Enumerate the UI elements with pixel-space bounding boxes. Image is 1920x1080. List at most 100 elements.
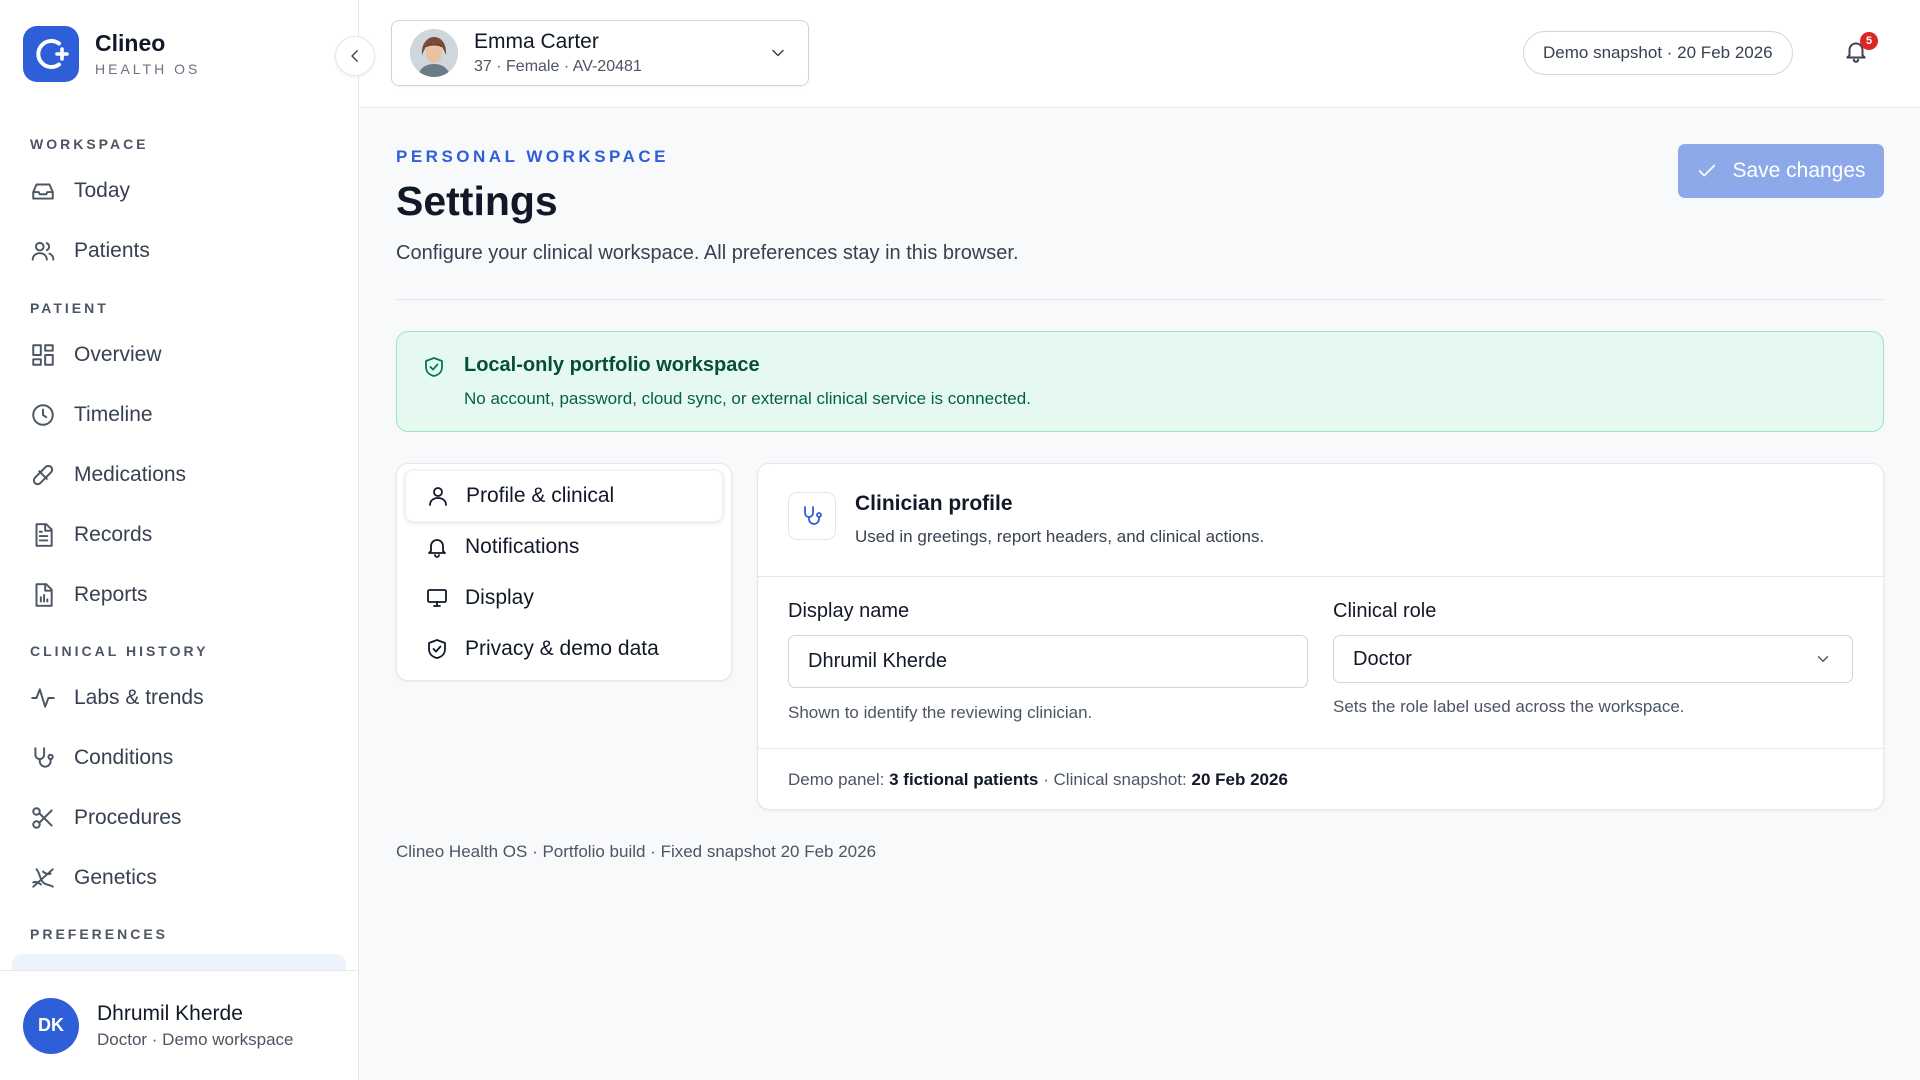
grid-icon: [32, 344, 54, 366]
demo-panel-value: 3 fictional patients: [889, 770, 1039, 789]
sidebar-item-conditions[interactable]: Conditions: [14, 735, 346, 781]
sidebar-item-procedures[interactable]: Procedures: [14, 795, 346, 841]
sidebar-item-records[interactable]: Records: [14, 512, 346, 558]
page-title: Settings: [396, 178, 558, 224]
sidebar-item-label: Records: [74, 523, 153, 546]
scissors-icon: [32, 807, 53, 829]
pill-icon: [32, 464, 54, 486]
stethoscope-icon: [788, 492, 836, 540]
display-name-input[interactable]: [788, 635, 1308, 688]
user-icon: [429, 487, 447, 506]
sidebar-item-overview[interactable]: Overview: [14, 332, 346, 378]
chevron-down-icon: [772, 49, 784, 57]
clineo-logo-icon: [23, 26, 79, 82]
shield-icon: [428, 639, 446, 659]
notice-title: Local-only portfolio workspace: [464, 354, 760, 376]
nav-section-workspace: WORKSPACE: [30, 136, 149, 152]
notification-count-badge: 5: [1860, 32, 1878, 50]
tab-profile-clinical[interactable]: Profile & clinical: [405, 470, 723, 522]
sidebar: Clineo HEALTH OS WORKSPACE Today Patient…: [0, 0, 359, 1080]
settings-tabs: Profile & clinical Notifications Display…: [396, 463, 732, 681]
sidebar-item-label: Patients: [74, 239, 150, 262]
demo-info-line: Demo panel: 3 fictional patients · Clini…: [788, 770, 1288, 790]
sidebar-item-label: Reports: [74, 583, 148, 606]
user-name: Dhrumil Kherde: [97, 1001, 243, 1025]
nav-section-patient: PATIENT: [30, 300, 109, 316]
page-eyebrow: PERSONAL WORKSPACE: [396, 147, 670, 166]
monitor-icon: [427, 589, 447, 607]
page-footer: Clineo Health OS · Portfolio build · Fix…: [396, 842, 877, 861]
sidebar-item-label: Overview: [74, 343, 162, 366]
clinical-role-value: Doctor: [1353, 647, 1412, 670]
card-divider: [758, 748, 1883, 749]
dna-icon: [32, 868, 54, 888]
display-name-label: Display name: [788, 600, 910, 622]
nav-section-clinical-history: CLINICAL HISTORY: [30, 643, 209, 659]
stethoscope-icon: [34, 747, 54, 768]
clock-icon: [32, 404, 54, 426]
topbar: Emma Carter 37 · Female · AV-20481 Demo …: [359, 0, 1920, 108]
tab-label: Display: [465, 586, 534, 609]
snapshot-badge: Demo snapshot · 20 Feb 2026: [1523, 31, 1793, 75]
report-icon: [35, 583, 53, 607]
brand[interactable]: Clineo HEALTH OS: [23, 26, 200, 82]
brand-name: Clineo: [95, 30, 166, 57]
inbox-icon: [32, 183, 54, 200]
local-only-notice: Local-only portfolio workspace No accoun…: [396, 331, 1884, 432]
document-icon: [35, 523, 53, 547]
demo-panel-label: Demo panel:: [788, 770, 885, 789]
sidebar-item-label: Procedures: [74, 806, 182, 829]
clinical-role-hint: Sets the role label used across the work…: [1333, 697, 1685, 716]
clinical-snapshot-label: Clinical snapshot:: [1053, 770, 1187, 789]
chevron-left-icon: [351, 50, 358, 62]
tab-notifications[interactable]: Notifications: [405, 521, 723, 573]
sidebar-item-label: Genetics: [74, 866, 157, 889]
header-divider: [396, 299, 1884, 300]
sidebar-item-label: Timeline: [74, 403, 153, 426]
users-icon: [31, 241, 55, 261]
save-changes-button[interactable]: Save changes: [1678, 144, 1884, 198]
sidebar-item-genetics[interactable]: Genetics: [14, 855, 346, 901]
activity-icon: [31, 688, 55, 708]
brand-subtitle: HEALTH OS: [95, 60, 201, 77]
profile-card-subtitle: Used in greetings, report headers, and c…: [855, 527, 1265, 546]
sidebar-item-label: Labs & trends: [74, 686, 204, 709]
patient-meta: 37 · Female · AV-20481: [474, 58, 642, 75]
chevron-down-icon: [1817, 656, 1829, 662]
tab-label: Profile & clinical: [466, 484, 615, 507]
profile-card-title: Clinician profile: [855, 492, 1013, 515]
shield-check-icon: [425, 357, 443, 377]
sidebar-item-labs-trends[interactable]: Labs & trends: [14, 675, 346, 721]
sidebar-item-label: Medications: [74, 463, 187, 486]
patient-name: Emma Carter: [474, 30, 599, 53]
sidebar-item-patients[interactable]: Patients: [14, 228, 346, 274]
card-divider: [758, 576, 1883, 577]
sidebar-item-label: Conditions: [74, 746, 174, 769]
sidebar-item-today[interactable]: Today: [14, 168, 346, 214]
patient-avatar: [410, 29, 458, 77]
clinical-snapshot-value: 20 Feb 2026: [1191, 770, 1288, 789]
tab-label: Privacy & demo data: [465, 637, 659, 660]
nav-section-preferences: PREFERENCES: [30, 926, 169, 942]
save-changes-label: Save changes: [1732, 159, 1866, 182]
clinical-role-label: Clinical role: [1333, 600, 1437, 622]
tab-label: Notifications: [465, 535, 580, 558]
user-role: Doctor · Demo workspace: [97, 1029, 294, 1049]
clinical-role-select[interactable]: Doctor: [1333, 635, 1853, 683]
sidebar-item-medications[interactable]: Medications: [14, 452, 346, 498]
bell-icon: [428, 539, 446, 558]
display-name-hint: Shown to identify the reviewing clinicia…: [788, 703, 1093, 722]
avatar: DK: [23, 997, 79, 1054]
clinician-profile-card: Clinician profile Used in greetings, rep…: [757, 463, 1884, 810]
user-profile[interactable]: DK Dhrumil Kherde Doctor · Demo workspac…: [0, 970, 358, 1080]
patient-selector[interactable]: Emma Carter 37 · Female · AV-20481: [391, 20, 809, 86]
tab-privacy-demo-data[interactable]: Privacy & demo data: [405, 623, 723, 675]
sidebar-item-label: Today: [74, 179, 131, 202]
notice-text: No account, password, cloud sync, or ext…: [464, 389, 1031, 408]
tab-display[interactable]: Display: [405, 572, 723, 624]
sidebar-item-reports[interactable]: Reports: [14, 572, 346, 618]
sidebar-item-timeline[interactable]: Timeline: [14, 392, 346, 438]
page-description: Configure your clinical workspace. All p…: [396, 242, 1019, 264]
collapse-sidebar-button[interactable]: [335, 36, 375, 76]
check-icon: [1699, 164, 1716, 177]
